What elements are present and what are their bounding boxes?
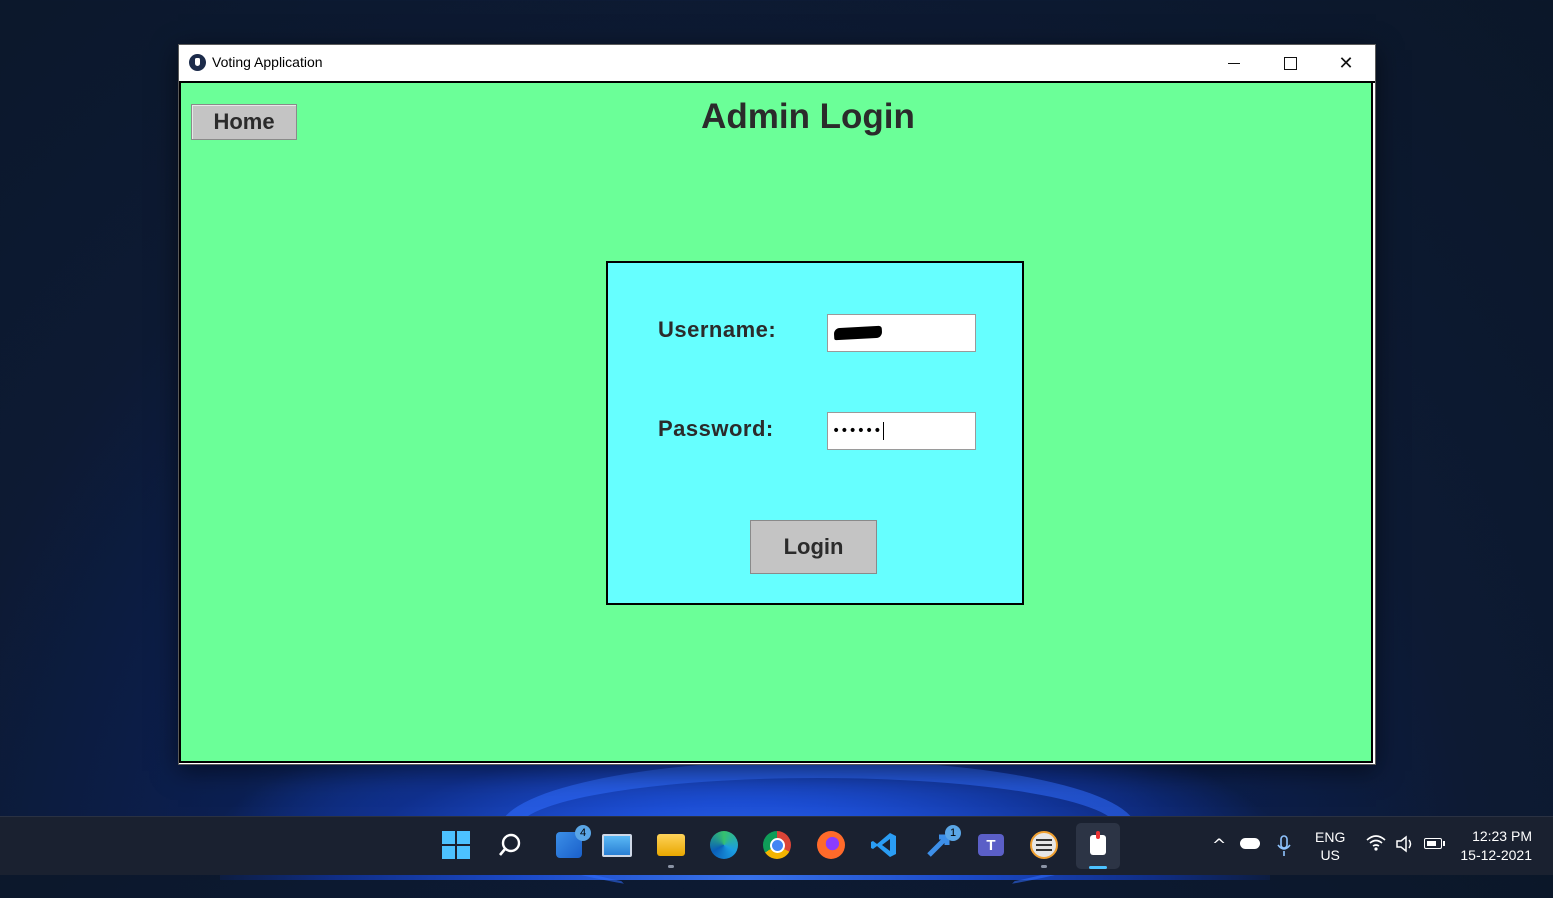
battery-icon[interactable] [1424, 838, 1445, 849]
search-icon[interactable] [494, 829, 526, 861]
widgets-icon[interactable]: 4 [553, 825, 591, 861]
close-button[interactable]: ✕ [1318, 45, 1374, 81]
window-title: Voting Application [212, 54, 323, 70]
username-label: Username: [658, 317, 777, 342]
voting-app-icon[interactable] [1082, 829, 1114, 861]
language-indicator[interactable]: ENG US [1315, 828, 1345, 864]
password-label: Password: [658, 416, 774, 441]
minimize-button[interactable] [1206, 45, 1262, 81]
teams-icon[interactable]: T [975, 829, 1007, 861]
onedrive-icon[interactable] [1240, 838, 1260, 849]
taskbar: 4 1 T ^ ENG US 12:23 PM 15-12-2021 [0, 816, 1553, 875]
deploy-badge: 1 [945, 825, 961, 841]
clock-date: 15-12-2021 [1460, 847, 1532, 863]
running-indicator [668, 865, 674, 868]
title-bar[interactable]: Voting Application ✕ [179, 45, 1375, 83]
minimize-icon [1228, 62, 1240, 64]
page-title: Admin Login [701, 97, 915, 136]
terminal-icon[interactable] [1028, 829, 1060, 868]
close-icon: ✕ [1338, 52, 1354, 74]
deploy-app-icon[interactable]: 1 [923, 825, 961, 861]
redacted-username-scribble [833, 325, 883, 341]
maximize-icon [1283, 56, 1297, 70]
app-window: Voting Application ✕ Home Admin Login Us… [178, 44, 1376, 765]
login-panel: Username: Password: •••••• Login [606, 261, 1024, 605]
password-value: •••••• [832, 423, 882, 439]
clock[interactable]: 12:23 PM 15-12-2021 [1458, 827, 1532, 865]
clock-time: 12:23 PM [1472, 828, 1532, 844]
region-code: US [1320, 847, 1340, 863]
login-button[interactable]: Login [750, 520, 877, 574]
vscode-icon[interactable] [868, 829, 900, 861]
widgets-badge: 4 [575, 825, 591, 841]
wifi-icon[interactable] [1366, 834, 1386, 857]
microphone-icon[interactable] [1276, 835, 1292, 862]
password-field[interactable]: •••••• [827, 412, 976, 450]
text-caret [882, 422, 884, 440]
active-app-indicator [1089, 866, 1107, 869]
start-icon[interactable] [440, 829, 472, 861]
maximize-button[interactable] [1262, 45, 1318, 81]
login-screen: Home Admin Login Username: Password: •••… [179, 83, 1373, 763]
running-indicator [1041, 865, 1047, 868]
chevron-up-icon[interactable]: ^ [1212, 836, 1226, 856]
voting-app-icon [189, 54, 206, 71]
username-field[interactable] [827, 314, 976, 352]
firefox-icon[interactable] [815, 829, 847, 861]
volume-icon[interactable] [1395, 835, 1415, 858]
edge-icon[interactable] [708, 829, 740, 861]
language-code: ENG [1315, 829, 1346, 845]
file-explorer-icon[interactable] [655, 829, 687, 868]
chrome-icon[interactable] [761, 829, 793, 861]
desktop-icon[interactable] [601, 829, 633, 861]
